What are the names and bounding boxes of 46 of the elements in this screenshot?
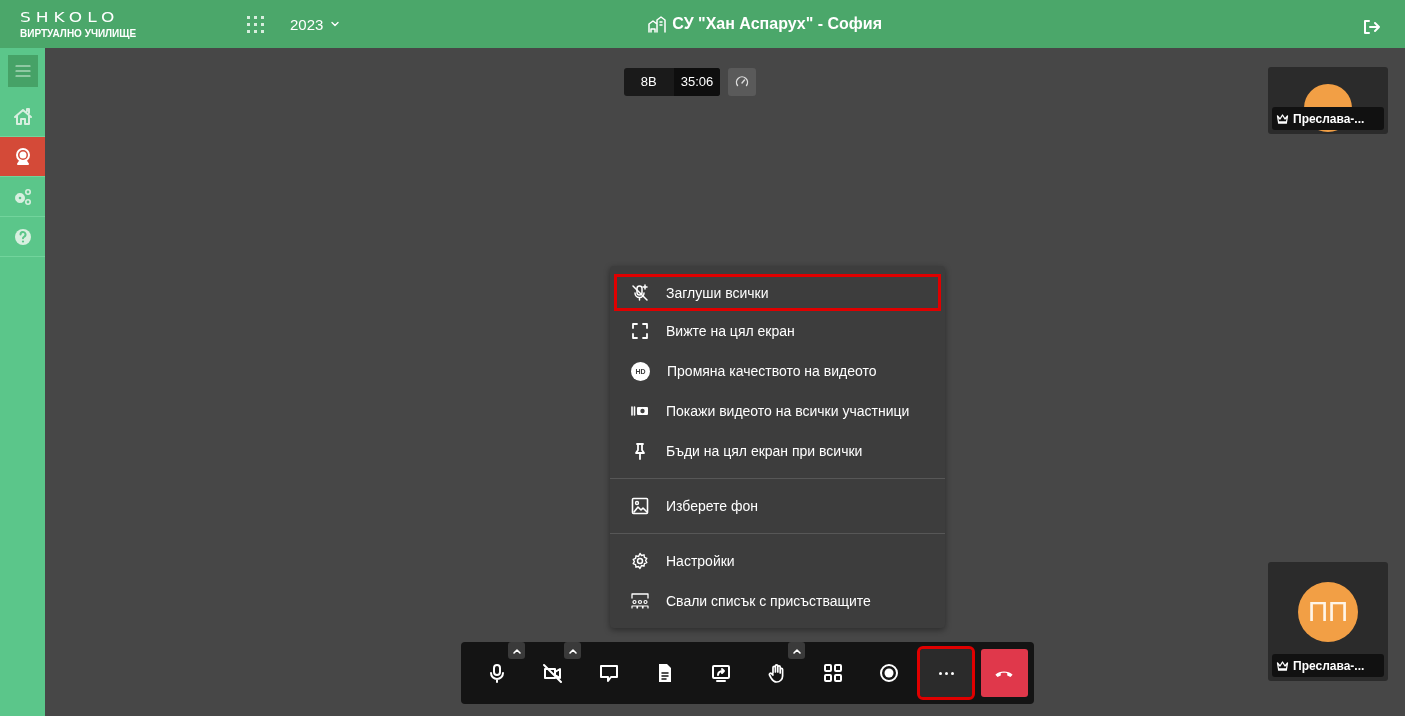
apps-grid-icon <box>247 15 264 33</box>
logo-subtitle: ВИРТУАЛНО УЧИЛИЩЕ <box>20 28 138 40</box>
image-icon <box>631 497 649 515</box>
crown-icon <box>1276 660 1289 671</box>
settings-icon <box>631 552 649 570</box>
hang-up-icon <box>994 669 1014 677</box>
menu-item[interactable]: Настройки <box>614 541 941 581</box>
menu-item[interactable]: Заглуши всички <box>614 274 941 311</box>
share-screen-icon <box>711 663 731 683</box>
menu-item[interactable]: Свали списък с присъстващите <box>614 581 941 621</box>
fullscreen-icon <box>631 322 649 340</box>
home-icon <box>12 106 33 127</box>
meeting-timer: 35:06 <box>673 68 721 96</box>
caret-up-icon <box>567 646 578 655</box>
microphone-icon <box>487 663 507 683</box>
help-icon <box>12 226 33 247</box>
class-label: 8В <box>639 73 658 91</box>
crown-icon <box>1276 113 1289 124</box>
sidebar-item[interactable] <box>0 137 45 177</box>
caret-up-icon <box>791 646 802 655</box>
speedometer-icon <box>735 75 750 89</box>
options-caret-button[interactable] <box>508 642 525 659</box>
microphone-off-icon <box>631 283 649 302</box>
chat-icon <box>599 663 619 683</box>
attendees-icon <box>631 592 649 610</box>
school-title: СУ "Хан Аспарух" - София <box>672 15 882 33</box>
options-caret-button[interactable] <box>788 642 805 659</box>
options-caret-button[interactable] <box>564 642 581 659</box>
school-building-icon <box>648 15 667 33</box>
gears-icon <box>12 186 33 207</box>
camera-off-icon <box>543 663 563 683</box>
caret-up-icon <box>511 646 522 655</box>
participant-name-label: Преслава-... <box>1272 107 1384 130</box>
menu-item[interactable]: Бъди на цял екран при всички <box>614 431 941 471</box>
participant-name-label: Преслава-... <box>1272 654 1384 677</box>
record-icon <box>879 663 899 683</box>
menu-item[interactable]: Изберете фон <box>614 486 941 526</box>
avatar: ПП <box>1298 582 1358 642</box>
speed-button[interactable] <box>728 68 757 96</box>
logout-icon <box>1362 19 1380 35</box>
menu-item[interactable]: Покажи видеото на всички участници <box>614 391 941 431</box>
chevron-down-icon <box>330 19 341 29</box>
hang-up-button[interactable] <box>980 649 1028 697</box>
grid-view-icon <box>823 663 843 683</box>
menu-item[interactable]: Вижте на цял екран <box>614 311 941 351</box>
more-icon <box>938 671 954 675</box>
